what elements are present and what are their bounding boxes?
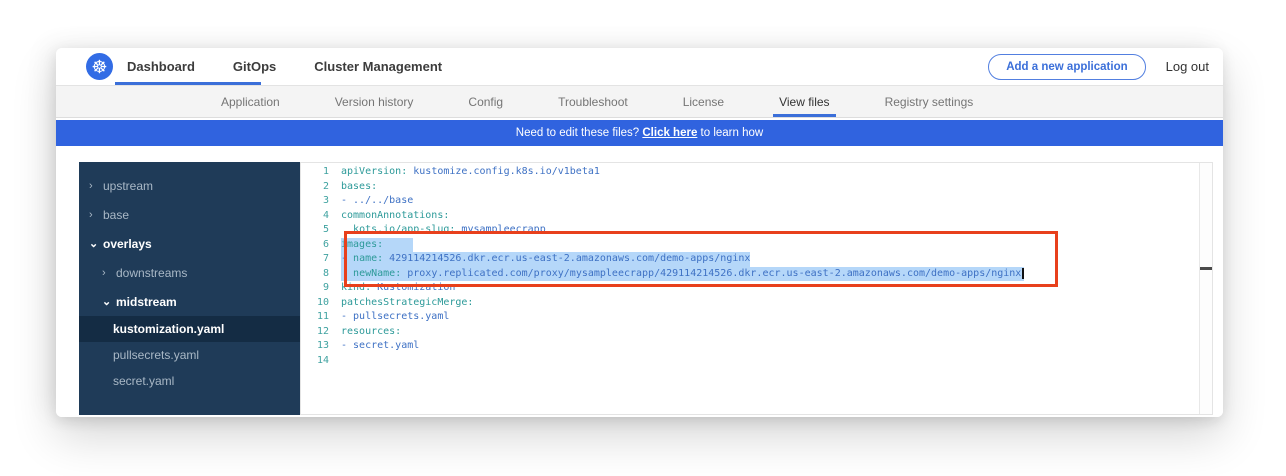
code-line[interactable]: 12resources: [301, 325, 1212, 340]
selected-text: newName: proxy.replicated.com/proxy/mysa… [341, 267, 1024, 282]
tab-view-files[interactable]: View files [779, 86, 829, 117]
add-application-button[interactable]: Add a new application [988, 54, 1145, 80]
tab-config[interactable]: Config [468, 86, 503, 117]
line-number: 2 [301, 180, 341, 195]
line-number: 13 [301, 339, 341, 354]
tree-item-midstream[interactable]: ⌄midstream [79, 287, 301, 316]
tree-item-upstream[interactable]: ›upstream [79, 171, 301, 200]
tree-item-downstreams[interactable]: ›downstreams [79, 258, 301, 287]
code-text: patchesStrategicMerge: [341, 296, 473, 311]
code-line[interactable]: 7- name: 429114214526.dkr.ecr.us-east-2.… [301, 252, 1212, 267]
banner-text-after: to learn how [697, 127, 763, 139]
nav-item-cluster-management[interactable]: Cluster Management [314, 48, 442, 85]
tree-item-kustomization-yaml[interactable]: kustomization.yaml [79, 316, 301, 342]
code-line[interactable]: 9kind: Kustomization [301, 281, 1212, 296]
scrollbar-thumb[interactable] [1200, 267, 1212, 270]
tab-license[interactable]: License [683, 86, 724, 117]
code-line[interactable]: 4commonAnnotations: [301, 209, 1212, 224]
chevron-right-icon: › [89, 209, 100, 221]
code-line[interactable]: 14 [301, 354, 1212, 369]
line-number: 7 [301, 252, 341, 267]
code-line[interactable]: 1apiVersion: kustomize.config.k8s.io/v1b… [301, 165, 1212, 180]
code-text: kots.io/app-slug: mysampleecrapp [341, 223, 546, 238]
logout-link[interactable]: Log out [1166, 59, 1209, 74]
chevron-right-icon: › [102, 267, 113, 279]
selected-text: - name: 429114214526.dkr.ecr.us-east-2.a… [341, 252, 750, 267]
line-number: 1 [301, 165, 341, 180]
chevron-right-icon: › [89, 180, 100, 192]
code-text: bases: [341, 180, 377, 195]
line-number: 6 [301, 238, 341, 253]
tree-item-label: downstreams [116, 266, 187, 280]
file-tree-sidebar: ›upstream›base⌄overlays›downstreams⌄mids… [79, 162, 301, 415]
line-number: 12 [301, 325, 341, 340]
tree-item-label: base [103, 208, 129, 222]
code-text: kind: Kustomization [341, 281, 455, 296]
main-nav: Dashboard GitOps Cluster Management [127, 48, 480, 85]
kubernetes-logo-icon[interactable]: ☸ [86, 53, 113, 80]
tab-application[interactable]: Application [221, 86, 280, 117]
code-line[interactable]: 3- ../../base [301, 194, 1212, 209]
code-lines: 1apiVersion: kustomize.config.k8s.io/v1b… [301, 163, 1212, 368]
line-number: 11 [301, 310, 341, 325]
line-number: 8 [301, 267, 341, 282]
tree-item-label: overlays [103, 237, 152, 251]
nav-item-dashboard[interactable]: Dashboard [127, 48, 195, 85]
top-nav-right: Add a new application Log out [988, 54, 1209, 80]
view-files-content: ›upstream›base⌄overlays›downstreams⌄mids… [56, 146, 1223, 417]
nav-item-gitops[interactable]: GitOps [233, 48, 276, 85]
selected-text: images: [341, 238, 413, 253]
line-number: 4 [301, 209, 341, 224]
line-number: 3 [301, 194, 341, 209]
tree-item-label: midstream [116, 295, 177, 309]
code-line[interactable]: 6images: [301, 238, 1212, 253]
tab-version-history[interactable]: Version history [335, 86, 414, 117]
code-editor[interactable]: 1apiVersion: kustomize.config.k8s.io/v1b… [300, 162, 1213, 415]
line-number: 9 [301, 281, 341, 296]
banner-text-before: Need to edit these files? [516, 127, 643, 139]
edit-files-banner: Need to edit these files? Click here to … [56, 120, 1223, 146]
tree-item-label: upstream [103, 179, 153, 193]
helm-wheel-glyph: ☸ [91, 58, 107, 76]
tab-troubleshoot[interactable]: Troubleshoot [558, 86, 628, 117]
tree-item-label: secret.yaml [113, 374, 174, 388]
tree-item-secret-yaml[interactable]: secret.yaml [79, 368, 301, 394]
code-text: - ../../base [341, 194, 413, 209]
tab-registry-settings[interactable]: Registry settings [885, 86, 974, 117]
editor-scrollbar[interactable] [1199, 163, 1212, 414]
app-window: ☸ Dashboard GitOps Cluster Management Add … [56, 48, 1223, 417]
tree-item-label: pullsecrets.yaml [113, 348, 199, 362]
line-number: 10 [301, 296, 341, 311]
chevron-down-icon: ⌄ [102, 295, 113, 308]
line-number: 5 [301, 223, 341, 238]
code-line[interactable]: 5 kots.io/app-slug: mysampleecrapp [301, 223, 1212, 238]
code-text: - secret.yaml [341, 339, 419, 354]
code-text: resources: [341, 325, 401, 340]
line-number: 14 [301, 354, 341, 369]
code-line[interactable]: 11- pullsecrets.yaml [301, 310, 1212, 325]
code-text: apiVersion: kustomize.config.k8s.io/v1be… [341, 165, 600, 180]
tree-item-pullsecrets-yaml[interactable]: pullsecrets.yaml [79, 342, 301, 368]
tree-item-label: kustomization.yaml [113, 322, 224, 336]
code-line[interactable]: 13- secret.yaml [301, 339, 1212, 354]
chevron-down-icon: ⌄ [89, 237, 100, 250]
tree-item-base[interactable]: ›base [79, 200, 301, 229]
app-tab-bar: Application Version history Config Troubles… [56, 86, 1223, 118]
code-line[interactable]: 2bases: [301, 180, 1212, 195]
text-cursor [1022, 268, 1024, 279]
code-text: - pullsecrets.yaml [341, 310, 449, 325]
code-text: commonAnnotations: [341, 209, 449, 224]
banner-click-here-link[interactable]: Click here [642, 127, 697, 139]
top-nav: ☸ Dashboard GitOps Cluster Management Add … [56, 48, 1223, 86]
code-line[interactable]: 8 newName: proxy.replicated.com/proxy/my… [301, 267, 1212, 282]
tree-item-overlays[interactable]: ⌄overlays [79, 229, 301, 258]
code-line[interactable]: 10patchesStrategicMerge: [301, 296, 1212, 311]
